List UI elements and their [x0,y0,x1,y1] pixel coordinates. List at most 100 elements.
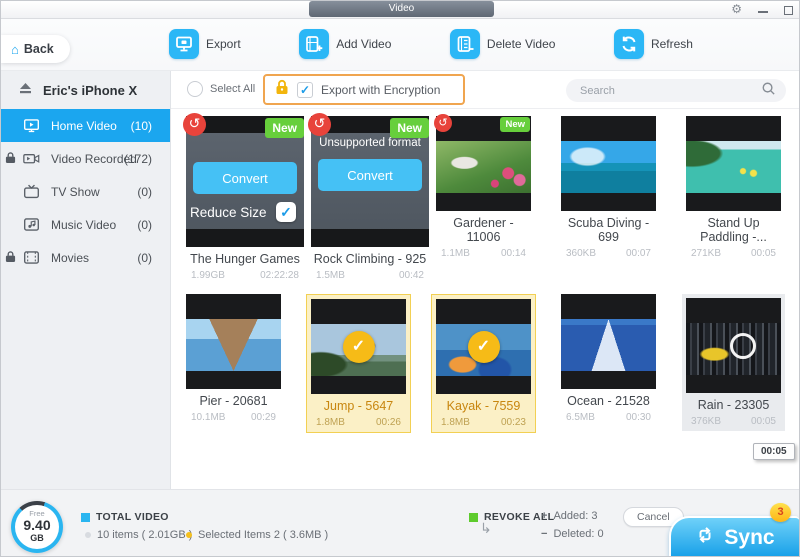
reduce-size-checkbox[interactable]: ✓ [276,202,296,222]
select-all-checkbox[interactable] [187,81,203,97]
settings-gear-icon[interactable]: ⚙ [731,2,742,16]
video-title: Ocean - 21528 [561,394,656,408]
deleted-minus-icon: − [541,528,547,540]
undo-badge-icon[interactable]: ↺ [308,113,331,136]
new-badge: New [500,117,530,132]
eject-icon[interactable] [18,82,33,98]
sidebar-item-label: Home Video [51,119,117,133]
video-thumbnail[interactable]: ✓ [436,299,531,394]
video-duration: 00:42 [399,270,424,281]
export-label: Export [206,37,241,51]
sidebar-item-count: (10) [131,119,152,133]
added-count: Added: 3 [553,510,597,522]
refresh-button[interactable]: Refresh [614,29,693,59]
video-card[interactable]: ✓Jump - 56471.8MB00:26 [311,289,436,433]
added-plus-icon: + [541,510,547,522]
video-size: 1.99GB [191,270,225,281]
convert-button[interactable]: Convert [193,162,297,194]
video-duration: 00:26 [376,417,401,428]
video-info: 1.1MB00:14 [436,248,531,259]
sidebar-item-home-video[interactable]: Home Video (10) [1,109,170,142]
convert-card: ↺NewConvertReduce Size✓ [186,116,304,247]
maximize-button[interactable] [784,6,793,15]
add-video-button[interactable]: Add Video [299,29,391,59]
device-header: Eric's iPhone X [1,71,170,109]
video-card[interactable]: Scuba Diving - 699360KB00:07 [561,116,686,281]
encryption-label: Export with Encryption [321,83,440,97]
video-title: Kayak - 7559 [436,399,531,413]
hovered-card-wrapper[interactable]: Rain - 23305376KB00:05 [682,294,785,431]
video-thumbnail[interactable]: ↺ New [436,116,531,211]
unsupported-format-label: Unsupported format [311,137,429,149]
video-thumbnail[interactable] [561,116,656,211]
sidebar-item-music-video[interactable]: Music Video (0) [1,208,170,241]
selected-summary: Selected Items 2 ( 3.6MB ) [198,529,328,541]
window-tab-video[interactable]: Video [309,1,494,17]
video-grid: ↺NewConvertReduce Size✓The Hunger Games1… [186,116,799,489]
video-duration: 00:30 [626,412,651,423]
video-title: Rock Climbing - 925 [311,252,429,266]
export-with-encryption-box[interactable]: ✓ Export with Encryption [263,74,465,105]
encryption-lock-icon [275,79,289,100]
video-size: 1.5MB [316,270,345,281]
selected-card-wrapper[interactable]: ✓Jump - 56471.8MB00:26 [306,294,411,433]
sidebar-item-movies[interactable]: Movies (0) [1,241,170,274]
sync-button[interactable]: Sync [669,516,799,557]
total-video-bullet [81,513,90,522]
footer-bar: Free 9.40 GB TOTAL VIDEO 10 items ( 2.01… [1,489,799,556]
video-size: 1.1MB [441,248,470,259]
video-size: 6.5MB [566,412,595,423]
video-title: Pier - 20681 [186,394,281,408]
search-icon[interactable] [761,81,776,101]
convert-button[interactable]: Convert [318,159,422,191]
video-card[interactable]: ↺NewConvertReduce Size✓The Hunger Games1… [186,116,311,281]
video-card[interactable]: Rain - 23305376KB00:05 [686,289,800,433]
video-card[interactable]: Stand Up Paddling -...271KB00:05 [686,116,800,281]
lock-icon [5,151,16,167]
undo-badge-icon[interactable]: ↺ [434,114,452,132]
encryption-checkbox[interactable]: ✓ [297,82,313,98]
sidebar-item-count: (0) [137,218,152,232]
revoke-all-bullet [469,513,478,522]
selected-check-icon[interactable]: ✓ [468,331,500,363]
device-name: Eric's iPhone X [43,83,137,98]
title-bar: Video ⚙ [1,1,799,19]
video-duration: 00:29 [251,412,276,423]
home-icon: ⌂ [11,42,19,57]
sidebar-item-video-recorded[interactable]: Video Recorded (172) [1,142,170,175]
duration-tooltip: 00:05 [753,443,795,460]
video-title: Stand Up Paddling -... [686,216,781,244]
video-card[interactable]: ✓Kayak - 75591.8MB00:23 [436,289,561,433]
sidebar-item-count: (0) [137,251,152,265]
selected-card-wrapper[interactable]: ✓Kayak - 75591.8MB00:23 [431,294,536,433]
sidebar-item-label: Music Video [51,218,116,232]
free-space-gauge: Free 9.40 GB [11,501,63,553]
delete-video-button[interactable]: Delete Video [450,29,556,59]
movies-icon [21,249,41,266]
back-button[interactable]: ⌂ Back [1,35,70,63]
search-input[interactable] [580,85,761,97]
video-duration: 00:23 [501,417,526,428]
thumbnail-image [186,319,281,371]
minimize-button[interactable] [758,11,768,13]
selected-check-icon[interactable]: ✓ [343,331,375,363]
search-box[interactable] [566,79,786,102]
video-thumbnail[interactable] [686,116,781,211]
video-title: Gardener - 11006 [436,216,531,244]
video-thumbnail[interactable] [686,298,781,393]
video-card[interactable]: ↺NewUnsupported formatConvertRock Climbi… [311,116,436,281]
video-card[interactable]: ↺ New Gardener - 11006 1.1MB00:14 [436,116,561,281]
video-card[interactable]: Ocean - 21528 6.5MB 00:30 [561,289,686,433]
video-duration: 00:07 [626,248,651,259]
sidebar-item-tv-show[interactable]: TV Show (0) [1,175,170,208]
video-thumbnail[interactable] [561,294,656,389]
undo-badge-icon[interactable]: ↺ [183,113,206,136]
lock-icon [5,250,16,266]
select-all-control[interactable]: Select All [187,81,255,97]
video-card[interactable]: Pier - 2068110.1MB00:29 [186,289,311,433]
export-button[interactable]: Export [169,29,241,59]
video-thumbnail[interactable] [186,294,281,389]
video-row: ↺NewConvertReduce Size✓The Hunger Games1… [186,116,800,281]
reduce-size-row: Reduce Size✓ [190,202,296,222]
video-thumbnail[interactable]: ✓ [311,299,406,394]
